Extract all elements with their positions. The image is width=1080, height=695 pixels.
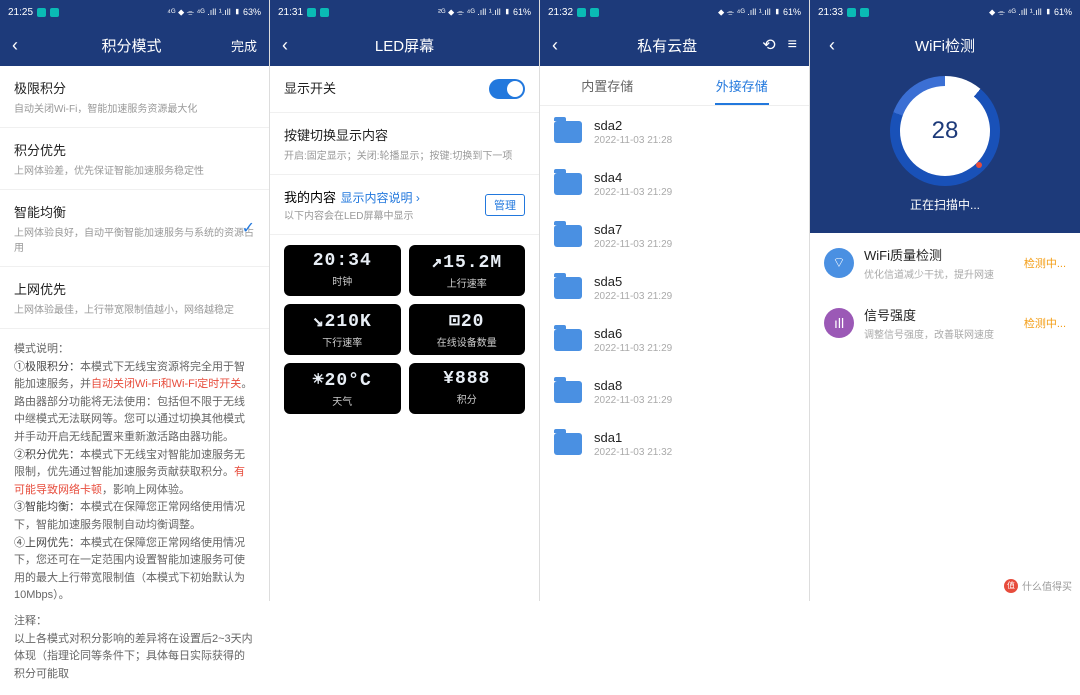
- folder-icon: [554, 329, 582, 351]
- folder-icon: [554, 173, 582, 195]
- detect-row[interactable]: ⌔WiFi质量检测优化信道减少干扰，提升网速检测中...: [810, 233, 1080, 293]
- status-time: 21:32: [548, 7, 573, 18]
- back-icon[interactable]: ‹: [282, 35, 302, 56]
- folder-icon: [554, 225, 582, 247]
- folder-row[interactable]: sda72022-11-03 21:29: [540, 210, 809, 262]
- storage-tabs: 内置存储 外接存储: [540, 66, 809, 106]
- folder-icon: [554, 381, 582, 403]
- signal-icon: ıll: [824, 308, 854, 338]
- folder-row[interactable]: sda42022-11-03 21:29: [540, 158, 809, 210]
- panel-cloud-disk: 21:32 ⬥ ⌯ ⁴ᴳ .ıll ¹.ıll ▮ 61% ‹ 私有云盘 ⟲ ≡…: [540, 0, 810, 601]
- panel-led-screen: 21:31 ²ᴳ ⬥ ⌯ ⁴ᴳ .ıll ¹.ıll ▮ 61% ‹ LED屏幕…: [270, 0, 540, 601]
- led-tile[interactable]: ↘210K下行速率: [284, 304, 401, 355]
- folder-row[interactable]: sda82022-11-03 21:29: [540, 366, 809, 418]
- wifi-icon: ⌔: [824, 248, 854, 278]
- toggle-on-icon[interactable]: [489, 79, 525, 99]
- display-switch-row[interactable]: 显示开关: [270, 66, 539, 113]
- led-tile[interactable]: ¥888积分: [409, 363, 526, 414]
- watermark-logo-icon: 值: [1004, 579, 1018, 593]
- status-bar: 21:33 ⬥ ⌯ ⁴ᴳ .ıll ¹.ıll ▮ 61%: [810, 0, 1080, 24]
- folder-row[interactable]: sda12022-11-03 21:32: [540, 418, 809, 470]
- led-tile[interactable]: ↗15.2M上行速率: [409, 245, 526, 296]
- page-title: WiFi检测: [842, 35, 1048, 56]
- status-icons: ⬥ ⌯ ⁴ᴳ .ıll ¹.ıll ▮ 61%: [989, 7, 1072, 18]
- folder-row[interactable]: sda22022-11-03 21:28: [540, 106, 809, 158]
- mode-option[interactable]: 极限积分自动关闭Wi-Fi，智能加速服务资源最大化: [0, 66, 269, 128]
- mode-option[interactable]: 上网优先上网体验最佳，上行带宽限制值越小，网络越稳定: [0, 267, 269, 329]
- tab-internal[interactable]: 内置存储: [540, 66, 675, 105]
- header: ‹ WiFi检测: [810, 24, 1080, 66]
- scan-status: 正在扫描中...: [810, 196, 1080, 213]
- folder-icon: [554, 121, 582, 143]
- manage-button[interactable]: 管理: [485, 194, 525, 216]
- status-time: 21:33: [818, 7, 843, 18]
- folder-icon: [554, 277, 582, 299]
- watermark: 值 什么值得买: [1004, 578, 1072, 593]
- page-title: 积分模式: [32, 35, 231, 56]
- gauge: 28: [890, 76, 1000, 186]
- status-bar: 21:25 ⁴ᴳ ⬥ ⌯ ⁴ᴳ .ıll ¹.ıll ▮ 63%: [0, 0, 269, 24]
- status-icons: ⁴ᴳ ⬥ ⌯ ⁴ᴳ .ıll ¹.ıll ▮ 63%: [167, 7, 261, 18]
- tab-external[interactable]: 外接存储: [675, 66, 810, 105]
- content-help-link[interactable]: 显示内容说明 ›: [340, 191, 419, 205]
- folder-row[interactable]: sda62022-11-03 21:29: [540, 314, 809, 366]
- detect-status: 检测中...: [1024, 315, 1066, 331]
- led-tile[interactable]: 20:34时钟: [284, 245, 401, 296]
- header: ‹ 私有云盘 ⟲ ≡: [540, 24, 809, 66]
- status-bar: 21:31 ²ᴳ ⬥ ⌯ ⁴ᴳ .ıll ¹.ıll ▮ 61%: [270, 0, 539, 24]
- folder-row[interactable]: sda52022-11-03 21:29: [540, 262, 809, 314]
- key-switch-row[interactable]: 按键切换显示内容 开启:固定显示；关闭:轮播显示；按键:切换到下一项: [270, 113, 539, 175]
- mode-option[interactable]: 积分优先上网体验差，优先保证智能加速服务稳定性: [0, 128, 269, 190]
- status-bar: 21:32 ⬥ ⌯ ⁴ᴳ .ıll ¹.ıll ▮ 61%: [540, 0, 809, 24]
- header: ‹ LED屏幕: [270, 24, 539, 66]
- panel-wifi-detect: 21:33 ⬥ ⌯ ⁴ᴳ .ıll ¹.ıll ▮ 61% ‹ WiFi检测 2…: [810, 0, 1080, 601]
- my-content-row: 我的内容 显示内容说明 › 以下内容会在LED屏幕中显示 管理: [270, 175, 539, 235]
- detect-status: 检测中...: [1024, 255, 1066, 271]
- status-time: 21:25: [8, 7, 33, 18]
- page-title: LED屏幕: [302, 35, 507, 56]
- done-button[interactable]: 完成: [231, 36, 257, 55]
- back-icon[interactable]: ‹: [12, 35, 32, 56]
- back-icon[interactable]: ‹: [822, 35, 842, 56]
- page-title: 私有云盘: [572, 35, 762, 56]
- status-time: 21:31: [278, 7, 303, 18]
- status-icons: ²ᴳ ⬥ ⌯ ⁴ᴳ .ıll ¹.ıll ▮ 61%: [438, 7, 531, 18]
- transfer-icon[interactable]: ⟲: [762, 35, 775, 55]
- led-tile[interactable]: ⊡20在线设备数量: [409, 304, 526, 355]
- mode-description: 模式说明： ①极限积分：本模式下无线宝资源将完全用于智能加速服务，并自动关闭Wi…: [0, 329, 269, 695]
- menu-icon[interactable]: ≡: [788, 36, 797, 54]
- led-tile[interactable]: ☀20°C天气: [284, 363, 401, 414]
- mode-option[interactable]: 智能均衡上网体验良好，自动平衡智能加速服务与系统的资源占用✓: [0, 190, 269, 267]
- header: ‹ 积分模式 完成: [0, 24, 269, 66]
- check-icon: ✓: [242, 218, 255, 238]
- detect-row[interactable]: ıll信号强度调整信号强度，改善联网速度检测中...: [810, 293, 1080, 353]
- back-icon[interactable]: ‹: [552, 35, 572, 56]
- panel-integral-mode: 21:25 ⁴ᴳ ⬥ ⌯ ⁴ᴳ .ıll ¹.ıll ▮ 63% ‹ 积分模式 …: [0, 0, 270, 601]
- folder-icon: [554, 433, 582, 455]
- status-icons: ⬥ ⌯ ⁴ᴳ .ıll ¹.ıll ▮ 61%: [718, 7, 801, 18]
